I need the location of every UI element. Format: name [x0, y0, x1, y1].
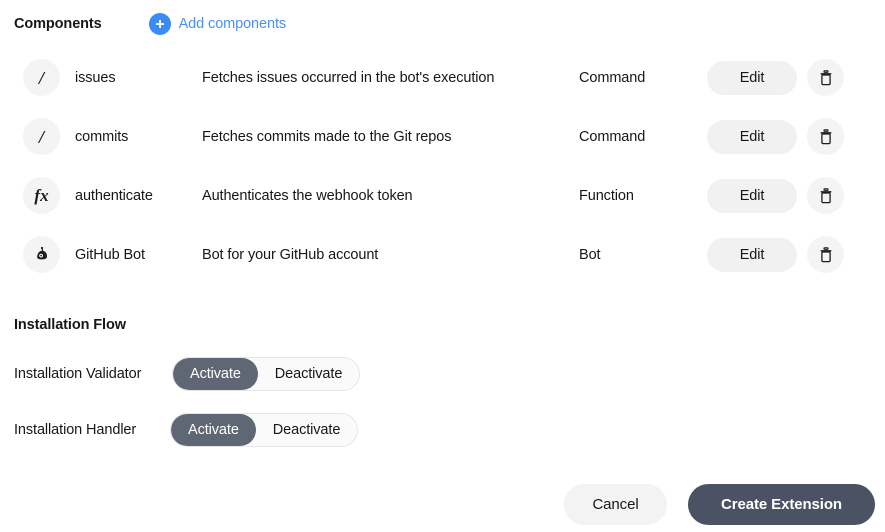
toggle-option-activate[interactable]: Activate [173, 358, 258, 390]
extension-editor-page: Components Add components / issues Fetch… [0, 0, 885, 532]
installation-flow-title: Installation Flow [14, 317, 126, 333]
component-description: Fetches issues occurred in the bot's exe… [202, 69, 495, 86]
installation-handler-toggle[interactable]: Activate Deactivate [170, 413, 359, 447]
table-row: GitHub Bot Bot for your GitHub account B… [0, 225, 885, 284]
trash-icon [819, 69, 833, 86]
installation-handler-row: Installation Handler Activate Deactivate [14, 413, 359, 447]
installation-validator-row: Installation Validator Activate Deactiva… [14, 357, 361, 391]
components-header: Components Add components [14, 12, 286, 36]
components-title: Components [14, 16, 102, 32]
component-description: Fetches commits made to the Git repos [202, 128, 452, 145]
slash-command-icon: / [23, 118, 60, 155]
component-type: Command [579, 128, 646, 145]
edit-button[interactable]: Edit [707, 237, 797, 272]
component-type: Function [579, 187, 634, 204]
create-extension-button[interactable]: Create Extension [688, 484, 875, 525]
trash-icon [819, 246, 833, 263]
component-type: Bot [579, 246, 601, 263]
function-fx-icon: fx [23, 177, 60, 214]
table-row: fx authenticate Authenticates the webhoo… [0, 166, 885, 225]
trash-icon [819, 128, 833, 145]
components-list: / issues Fetches issues occurred in the … [0, 48, 885, 284]
cancel-button[interactable]: Cancel [564, 484, 667, 525]
delete-button[interactable] [807, 236, 844, 273]
bot-icon [23, 236, 60, 273]
table-row: / commits Fetches commits made to the Gi… [0, 107, 885, 166]
toggle-option-deactivate[interactable]: Deactivate [258, 358, 360, 390]
delete-button[interactable] [807, 118, 844, 155]
delete-button[interactable] [807, 177, 844, 214]
installation-validator-label: Installation Validator [14, 366, 142, 382]
add-components-button[interactable]: Add components [148, 13, 287, 35]
installation-validator-toggle[interactable]: Activate Deactivate [172, 357, 361, 391]
toggle-option-deactivate[interactable]: Deactivate [256, 414, 358, 446]
component-description: Bot for your GitHub account [202, 246, 379, 263]
component-name: issues [75, 69, 116, 86]
add-components-label: Add components [178, 16, 287, 32]
slash-glyph: / [38, 126, 44, 147]
component-name: authenticate [75, 187, 153, 204]
component-description: Authenticates the webhook token [202, 187, 413, 204]
installation-handler-label: Installation Handler [14, 422, 137, 438]
component-name: commits [75, 128, 129, 145]
toggle-option-activate[interactable]: Activate [171, 414, 256, 446]
slash-glyph: / [38, 67, 44, 88]
component-type: Command [579, 69, 646, 86]
edit-button[interactable]: Edit [707, 119, 797, 154]
plus-circle-icon [148, 13, 171, 35]
slash-command-icon: / [23, 59, 60, 96]
delete-button[interactable] [807, 59, 844, 96]
table-row: / issues Fetches issues occurred in the … [0, 48, 885, 107]
fx-glyph: fx [34, 186, 49, 205]
edit-button[interactable]: Edit [707, 178, 797, 213]
trash-icon [819, 187, 833, 204]
component-name: GitHub Bot [75, 246, 145, 263]
edit-button[interactable]: Edit [707, 60, 797, 95]
